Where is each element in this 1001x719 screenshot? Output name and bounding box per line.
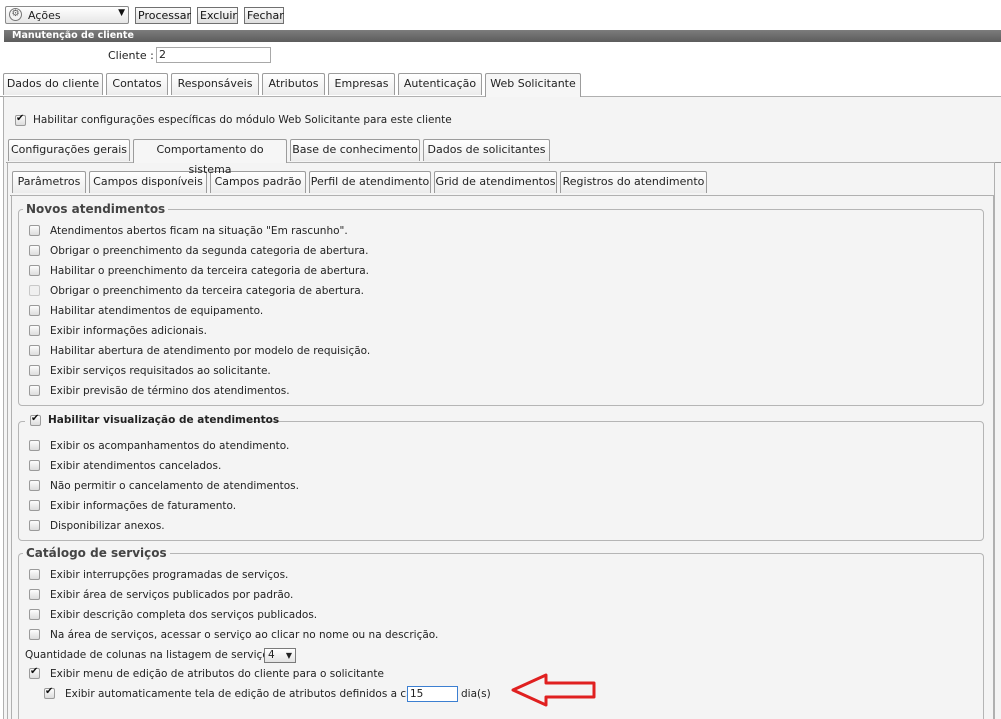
catalogo-checkbox-2[interactable] (29, 609, 40, 620)
novos-checkbox-7[interactable] (29, 365, 40, 376)
visualizacao-checkbox-2[interactable] (29, 480, 40, 491)
page-title: Manutenção de cliente (12, 30, 134, 41)
colunas-label: Quantidade de colunas na listagem de ser… (25, 649, 275, 661)
catalogo-label-3: Na área de serviços, acessar o serviço a… (50, 629, 439, 641)
cliente-label: Cliente : (108, 49, 154, 62)
dias-unit-label: dia(s) (461, 688, 491, 700)
cliente-input[interactable]: 2 (156, 47, 271, 63)
catalogo-label-2: Exibir descrição completa dos serviços p… (50, 609, 318, 621)
visualizacao-label-3: Exibir informações de faturamento. (50, 500, 237, 512)
colunas-select[interactable]: 4 ▼ (264, 648, 296, 663)
novos-checkbox-3[interactable] (29, 285, 40, 296)
catalogo-title: Catálogo de serviços (23, 546, 170, 560)
novos-label-2: Habilitar o preenchimento da terceira ca… (50, 265, 370, 277)
visualizacao-checkbox[interactable] (30, 413, 41, 426)
novos-atendimentos-title: Novos atendimentos (23, 202, 169, 216)
tab-configuracoes-gerais[interactable]: Configurações gerais (8, 139, 130, 161)
catalogo-checkbox-3[interactable] (29, 629, 40, 640)
novos-label-5: Exibir informações adicionais. (50, 325, 207, 337)
tab-grid-de-atendimentos[interactable]: Grid de atendimentos (434, 171, 557, 193)
novos-label-0: Atendimentos abertos ficam na situação "… (50, 225, 348, 237)
novos-checkbox-8[interactable] (29, 385, 40, 396)
tab-responsaveis[interactable]: Responsáveis (171, 73, 259, 95)
page-header: Manutenção de cliente (4, 30, 1001, 42)
catalogo-checkbox-1[interactable] (29, 589, 40, 600)
novos-checkbox-0[interactable] (29, 225, 40, 236)
tab-comportamento-do-sistema[interactable]: Comportamento do sistema (133, 139, 287, 176)
menu-edicao-checkbox[interactable] (29, 666, 40, 679)
fechar-button[interactable]: Fechar (244, 7, 284, 24)
menu-edicao-label: Exibir menu de edição de atributos do cl… (50, 668, 384, 680)
auto-edicao-label: Exibir automaticamente tela de edição de… (65, 688, 426, 700)
novos-label-3: Obrigar o preenchimento da terceira cate… (50, 285, 364, 297)
processar-button[interactable]: Processar (135, 7, 191, 24)
catalogo-label-0: Exibir interrupções programadas de servi… (50, 569, 289, 581)
tab-autenticacao[interactable]: Autenticação (398, 73, 482, 95)
tab-parametros[interactable]: Parâmetros (12, 171, 86, 193)
tab-empresas[interactable]: Empresas (328, 73, 395, 95)
visualizacao-label-1: Exibir atendimentos cancelados. (50, 460, 222, 472)
visualizacao-title: Habilitar visualização de atendimentos (48, 414, 280, 426)
visualizacao-checkbox-1[interactable] (29, 460, 40, 471)
enable-web-label: Habilitar configurações específicas do m… (33, 114, 452, 126)
tab-atributos[interactable]: Atributos (262, 73, 325, 95)
novos-checkbox-2[interactable] (29, 265, 40, 276)
novos-label-4: Habilitar atendimentos de equipamento. (50, 305, 264, 317)
visualizacao-label-0: Exibir os acompanhamentos do atendimento… (50, 440, 290, 452)
visualizacao-checkbox-3[interactable] (29, 500, 40, 511)
tab-perfil-de-atendimento[interactable]: Perfil de atendimento (309, 171, 431, 193)
novos-checkbox-5[interactable] (29, 325, 40, 336)
tab-dados-do-cliente[interactable]: Dados do cliente (3, 73, 103, 95)
dias-input[interactable]: 15 (407, 686, 458, 702)
excluir-button[interactable]: Excluir (197, 7, 238, 24)
enable-web-checkbox[interactable] (15, 113, 26, 126)
gear-icon: ⚙ (9, 8, 22, 21)
visualizacao-checkbox-4[interactable] (29, 520, 40, 531)
catalogo-label-1: Exibir área de serviços publicados por p… (50, 589, 294, 601)
visualizacao-label-2: Não permitir o cancelamento de atendimen… (50, 480, 299, 492)
visualizacao-label-4: Disponibilizar anexos. (50, 520, 165, 532)
novos-label-1: Obrigar o preenchimento da segunda categ… (50, 245, 369, 257)
novos-checkbox-4[interactable] (29, 305, 40, 316)
annotation-arrow-icon (511, 673, 596, 707)
actions-dropdown[interactable]: ⚙ Ações ▼ (5, 6, 129, 24)
tab-registros-do-atendimento[interactable]: Registros do atendimento (560, 171, 707, 193)
chevron-down-icon: ▼ (285, 651, 292, 660)
novos-label-6: Habilitar abertura de atendimento por mo… (50, 345, 371, 357)
auto-edicao-checkbox[interactable] (44, 686, 55, 699)
actions-label: Ações (28, 9, 61, 22)
novos-checkbox-1[interactable] (29, 245, 40, 256)
colunas-value: 4 (268, 649, 275, 661)
tab-base-de-conhecimento[interactable]: Base de conhecimento (290, 139, 420, 161)
novos-label-8: Exibir previsão de término dos atendimen… (50, 385, 290, 397)
catalogo-checkbox-0[interactable] (29, 569, 40, 580)
novos-checkbox-6[interactable] (29, 345, 40, 356)
tab-dados-de-solicitantes[interactable]: Dados de solicitantes (423, 139, 550, 161)
chevron-down-icon: ▼ (118, 8, 125, 18)
novos-label-7: Exibir serviços requisitados ao solicita… (50, 365, 271, 377)
tab-web-solicitante[interactable]: Web Solicitante (485, 73, 581, 97)
tab-contatos[interactable]: Contatos (106, 73, 168, 95)
visualizacao-checkbox-0[interactable] (29, 440, 40, 451)
